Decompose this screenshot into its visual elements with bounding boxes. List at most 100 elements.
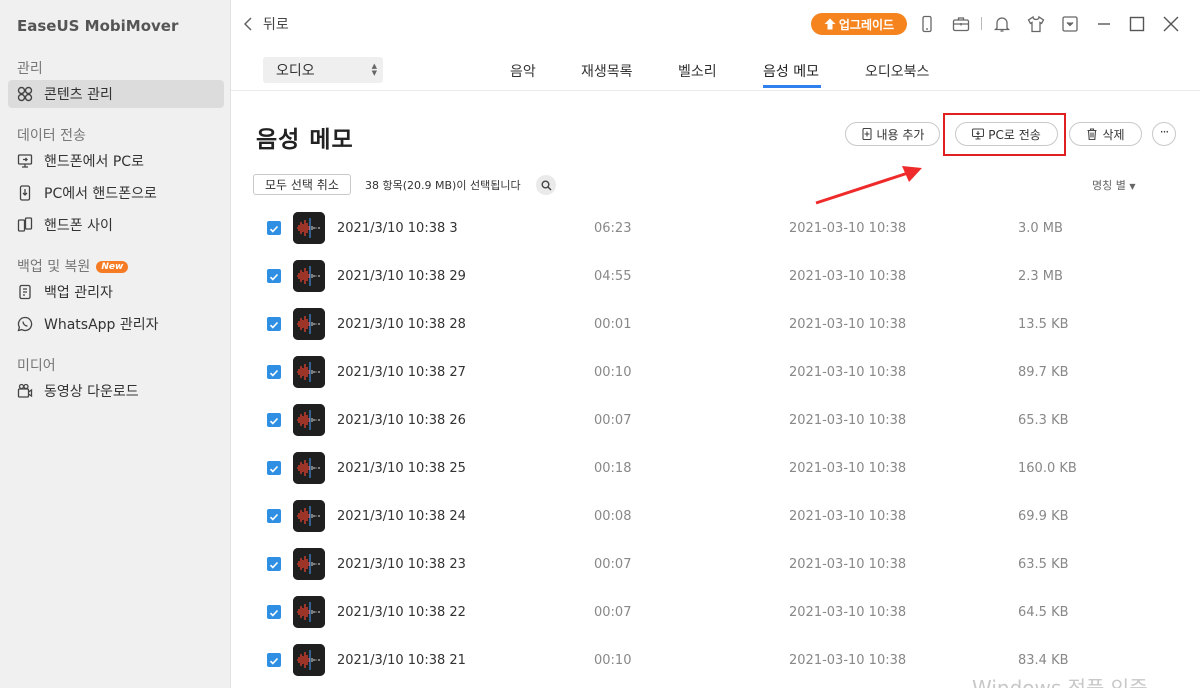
sidebar-item-pc-to-phone[interactable]: PC에서 핸드폰으로 [8, 179, 224, 207]
add-content-button[interactable]: 내용 추가 [845, 122, 940, 146]
table-row[interactable]: 2021/3/10 10:38 29 04:55 2021-03-10 10:38 2… [255, 254, 1185, 302]
row-checkbox[interactable] [267, 653, 281, 667]
section-title-backup-label: 백업 및 복원 [17, 259, 91, 275]
row-checkbox[interactable] [267, 605, 281, 619]
checkmark-icon [269, 507, 279, 526]
memo-size: 2.3 MB [1018, 269, 1063, 284]
tab-music[interactable]: 음악 [510, 61, 536, 81]
sidebar-item-phone-to-pc[interactable]: 핸드폰에서 PC로 [8, 147, 224, 175]
tab-playlists[interactable]: 재생목록 [581, 61, 633, 81]
memo-size: 83.4 KB [1018, 653, 1069, 668]
more-options-button[interactable]: ··· [1152, 122, 1176, 146]
header-divider [231, 90, 1200, 91]
delete-button[interactable]: 삭제 [1069, 122, 1142, 146]
row-checkbox[interactable] [267, 509, 281, 523]
checkmark-icon [269, 459, 279, 478]
menu-dropdown-icon[interactable] [1061, 15, 1079, 33]
row-checkbox[interactable] [267, 269, 281, 283]
delete-label: 삭제 [1102, 127, 1125, 142]
close-icon[interactable] [1162, 15, 1180, 33]
table-row[interactable]: 2021/3/10 10:38 26 00:07 2021-03-10 10:38 6… [255, 398, 1185, 446]
memo-name: 2021/3/10 10:38 21 [337, 653, 466, 668]
sort-dropdown[interactable]: 명칭 별 ▼ [1092, 177, 1136, 193]
table-row[interactable]: 2021/3/10 10:38 22 00:07 2021-03-10 10:38 6… [255, 590, 1185, 638]
tab-ringtones[interactable]: 벨소리 [678, 61, 717, 81]
table-row[interactable]: 2021/3/10 10:38 24 00:08 2021-03-10 10:38 6… [255, 494, 1185, 542]
minimize-icon[interactable] [1095, 15, 1113, 33]
voice-memo-thumbnail-icon [293, 500, 325, 532]
video-download-icon [17, 383, 33, 399]
tab-audiobooks[interactable]: 오디오북스 [865, 61, 929, 81]
checkmark-icon [269, 651, 279, 670]
table-row[interactable]: 2021/3/10 10:38 25 00:18 2021-03-10 10:38 1… [255, 446, 1185, 494]
checkmark-icon [269, 363, 279, 382]
toolbox-icon[interactable] [952, 15, 970, 33]
memo-date: 2021-03-10 10:38 [789, 557, 907, 572]
memo-date: 2021-03-10 10:38 [789, 269, 907, 284]
backup-icon [17, 284, 33, 300]
sidebar-item-video-download[interactable]: 동영상 다운로드 [8, 377, 224, 405]
memo-date: 2021-03-10 10:38 [789, 317, 907, 332]
memo-name: 2021/3/10 10:38 24 [337, 509, 466, 524]
memo-duration: 00:07 [594, 413, 632, 428]
category-select[interactable]: 오디오 ▲ ▼ [263, 57, 383, 83]
sidebar-item-label: PC에서 핸드폰으로 [44, 186, 157, 202]
memo-duration: 00:07 [594, 605, 632, 620]
deselect-all-button[interactable]: 모두 선택 취소 [253, 174, 351, 195]
section-title-backup: 백업 및 복원 New [17, 256, 129, 276]
sidebar: EaseUS MobiMover 관리 콘텐츠 관리 데이터 전송 핸드폰에서 … [0, 0, 231, 688]
grid-icon [17, 86, 33, 102]
memo-size: 64.5 KB [1018, 605, 1069, 620]
sidebar-item-content-manage[interactable]: 콘텐츠 관리 [8, 80, 224, 108]
updown-arrows-icon: ▲ ▼ [371, 62, 377, 77]
checkmark-icon [269, 315, 279, 334]
device-icon[interactable] [918, 15, 936, 33]
tab-voice-memos[interactable]: 음성 메모 [763, 61, 819, 81]
memo-date: 2021-03-10 10:38 [789, 509, 907, 524]
table-row[interactable]: 2021/3/10 10:38 3 06:23 2021-03-10 10:38 3.… [255, 206, 1185, 254]
memo-date: 2021-03-10 10:38 [789, 461, 907, 476]
back-button[interactable]: 뒤로 [243, 14, 289, 34]
memo-name: 2021/3/10 10:38 3 [337, 221, 458, 236]
sidebar-item-label: 백업 관리자 [44, 285, 113, 301]
memo-size: 13.5 KB [1018, 317, 1069, 332]
table-row[interactable]: 2021/3/10 10:38 27 00:10 2021-03-10 10:38 8… [255, 350, 1185, 398]
bell-icon[interactable] [993, 15, 1011, 33]
upgrade-label: 업그레이드 [838, 17, 895, 32]
voice-memo-thumbnail-icon [293, 596, 325, 628]
row-checkbox[interactable] [267, 461, 281, 475]
page-title: 음성 메모 [256, 127, 354, 153]
row-checkbox[interactable] [267, 557, 281, 571]
memo-duration: 00:10 [594, 365, 632, 380]
memo-duration: 00:07 [594, 557, 632, 572]
memo-date: 2021-03-10 10:38 [789, 221, 907, 236]
section-title-transfer: 데이터 전송 [17, 128, 86, 144]
sidebar-item-backup-manager[interactable]: 백업 관리자 [8, 278, 224, 306]
sidebar-item-phone-to-phone[interactable]: 핸드폰 사이 [8, 211, 224, 239]
table-row[interactable]: 2021/3/10 10:38 23 00:07 2021-03-10 10:38 6… [255, 542, 1185, 590]
sidebar-item-label: 동영상 다운로드 [44, 384, 139, 400]
section-title-manage: 관리 [17, 61, 43, 77]
memo-name: 2021/3/10 10:38 23 [337, 557, 466, 572]
maximize-icon[interactable] [1128, 15, 1146, 33]
table-row[interactable]: 2021/3/10 10:38 28 00:01 2021-03-10 10:38 1… [255, 302, 1185, 350]
app-title: EaseUS MobiMover [17, 17, 179, 35]
search-button[interactable] [536, 175, 556, 195]
phone-to-pc-icon [17, 153, 33, 169]
new-badge: New [96, 261, 129, 273]
add-file-icon [861, 128, 872, 140]
row-checkbox[interactable] [267, 413, 281, 427]
sidebar-item-whatsapp-manager[interactable]: WhatsApp 관리자 [8, 310, 224, 338]
memo-name: 2021/3/10 10:38 25 [337, 461, 466, 476]
sidebar-item-label: 콘텐츠 관리 [44, 87, 113, 103]
row-checkbox[interactable] [267, 221, 281, 235]
memo-size: 69.9 KB [1018, 509, 1069, 524]
shirt-icon[interactable] [1027, 15, 1045, 33]
memo-date: 2021-03-10 10:38 [789, 605, 907, 620]
voice-memo-thumbnail-icon [293, 260, 325, 292]
upgrade-button[interactable]: 업그레이드 [811, 13, 907, 35]
windows-activation-watermark: Windows 정품 인증 [972, 676, 1148, 688]
checkmark-icon [269, 219, 279, 238]
row-checkbox[interactable] [267, 317, 281, 331]
row-checkbox[interactable] [267, 365, 281, 379]
